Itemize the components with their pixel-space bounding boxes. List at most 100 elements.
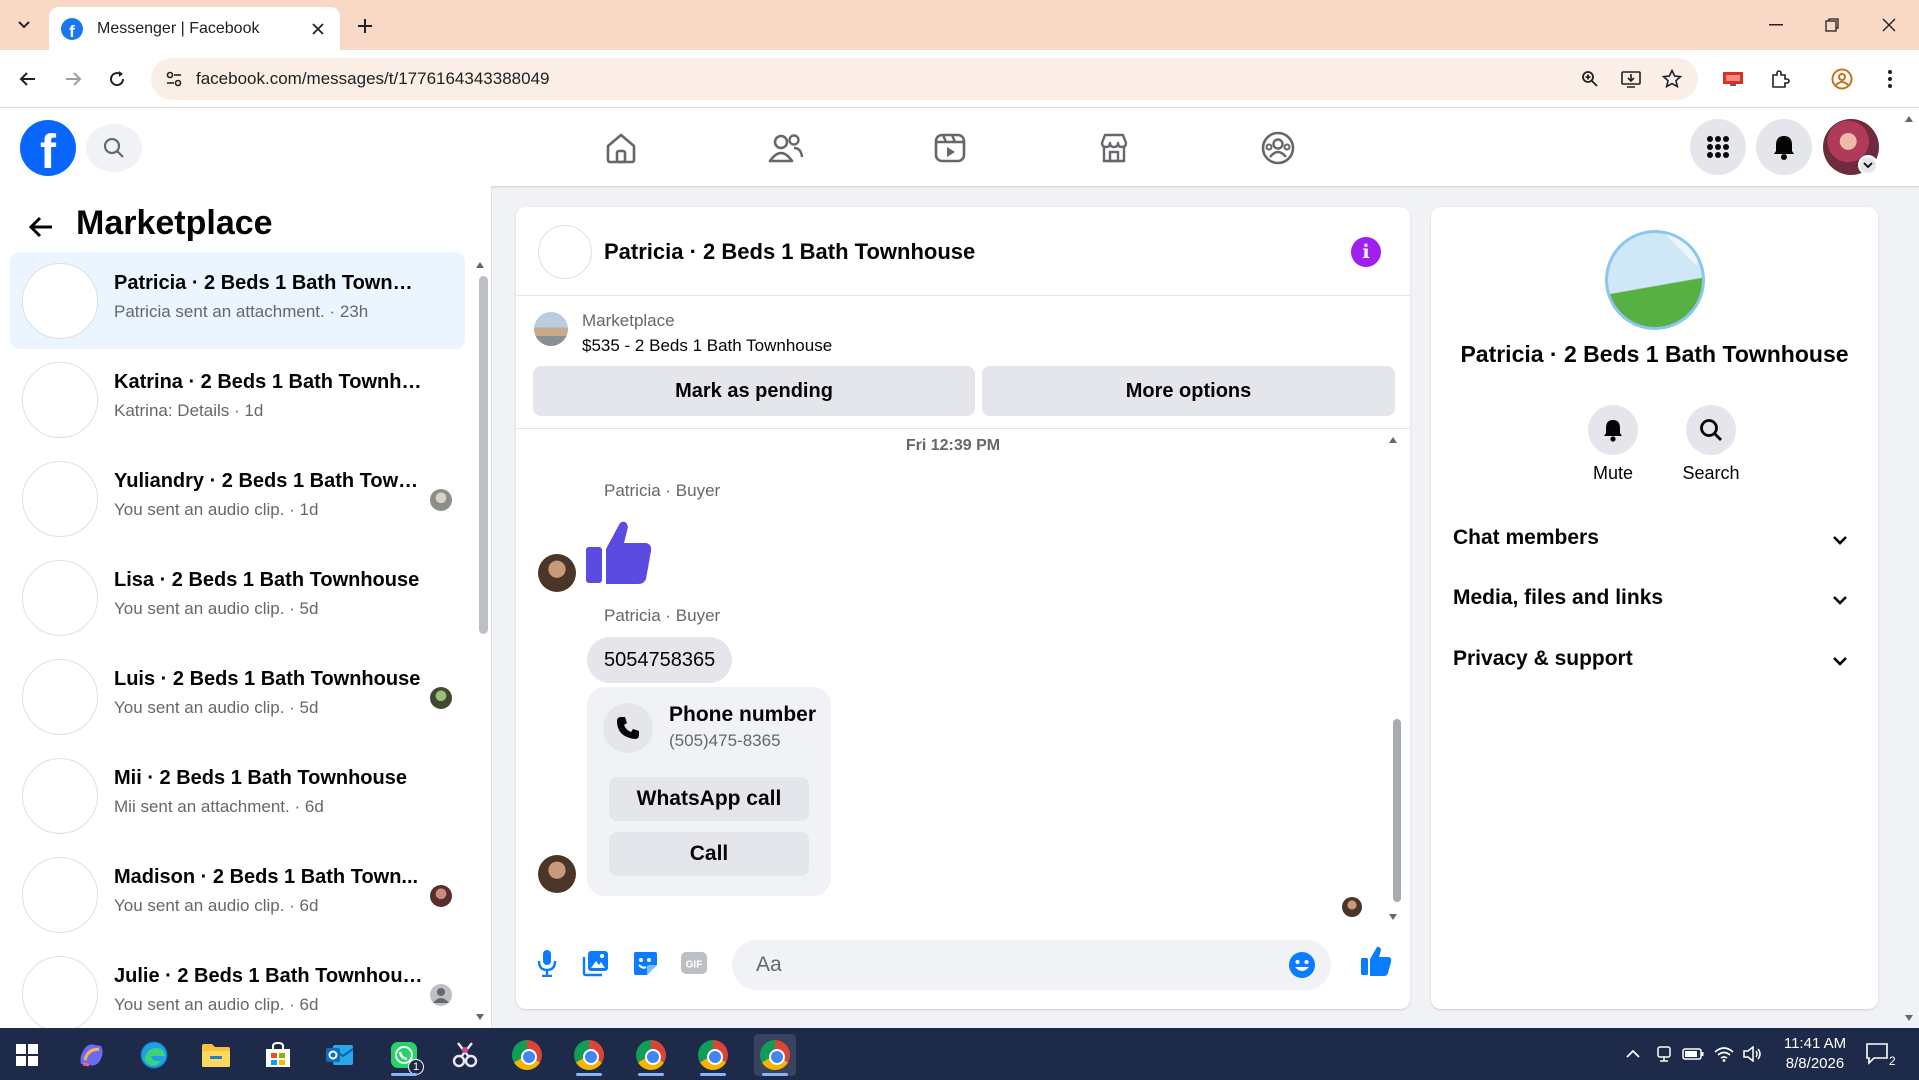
conversation-item[interactable]: Yuliandry · 2 Beds 1 Bath Town... You se… [10, 450, 465, 547]
like-icon[interactable] [1358, 943, 1394, 979]
privacy-support-section[interactable]: Privacy & support [1439, 634, 1870, 688]
outlook-mail-icon[interactable] [319, 1034, 361, 1076]
profile-icon[interactable] [1829, 66, 1855, 92]
chat-scroll-up-arrow[interactable] [1386, 434, 1400, 446]
sender-avatar[interactable] [538, 554, 576, 592]
listing-thumbnail[interactable] [534, 312, 568, 346]
message-bubble[interactable]: 5054758365 [587, 637, 733, 683]
conversation-item[interactable]: Julie · 2 Beds 1 Bath Townhouse You sent… [10, 945, 465, 1028]
mute-action[interactable]: Mute [1573, 405, 1653, 491]
info-icon[interactable]: i [1351, 237, 1381, 267]
chrome-profile-icon[interactable] [568, 1034, 610, 1076]
zoom-icon[interactable] [1578, 67, 1602, 91]
search-action[interactable]: Search [1671, 405, 1751, 491]
marketplace-label: Marketplace [582, 311, 675, 330]
address-bar[interactable]: facebook.com/messages/t/1776164343388049 [151, 58, 1698, 100]
start-windows-icon[interactable] [6, 1034, 48, 1076]
message-input[interactable]: Aa [732, 940, 1331, 990]
restore-window-icon[interactable] [1816, 10, 1848, 40]
battery-icon[interactable] [1681, 1042, 1705, 1066]
tab-search-chevron-icon[interactable] [12, 13, 36, 37]
sticker-icon[interactable] [629, 947, 661, 979]
microsoft-store-icon[interactable] [257, 1034, 299, 1076]
conversation-item[interactable]: Patricia · 2 Beds 1 Bath Townhouse Patri… [10, 252, 465, 349]
file-explorer-icon[interactable] [195, 1034, 237, 1076]
snipping-tool-icon[interactable] [444, 1034, 486, 1076]
page-scroll-up-arrow[interactable] [1902, 113, 1916, 125]
chat-scrollbar-thumb[interactable] [1393, 719, 1401, 902]
extensions-puzzle-icon[interactable] [1767, 66, 1793, 92]
bell-icon[interactable] [1588, 405, 1638, 455]
mark-as-pending-button[interactable]: Mark as pending [533, 366, 975, 416]
show-hidden-icons-chevron-up-icon[interactable] [1621, 1042, 1645, 1066]
search-icon[interactable] [1686, 405, 1736, 455]
conversation-item[interactable]: Katrina · 2 Beds 1 Bath Townhouse Katrin… [10, 351, 465, 448]
install-app-icon[interactable] [1619, 67, 1643, 91]
bookmark-star-icon[interactable] [1660, 67, 1684, 91]
close-tab-icon[interactable] [308, 19, 328, 39]
conversation-item[interactable]: Mii · 2 Beds 1 Bath Townhouse Mii sent a… [10, 747, 465, 844]
browser-tab[interactable]: f Messenger | Facebook [49, 7, 340, 50]
video-icon[interactable] [895, 122, 1005, 174]
notifications-bell-icon[interactable] [1756, 119, 1812, 175]
friends-icon[interactable] [731, 122, 841, 174]
chrome-profile-icon[interactable] [630, 1034, 672, 1076]
photo-icon[interactable] [580, 947, 612, 979]
avatar[interactable] [538, 225, 592, 279]
new-tab-plus-icon[interactable] [352, 13, 378, 39]
media-files-links-section[interactable]: Media, files and links [1439, 573, 1870, 627]
reload-icon[interactable] [102, 64, 132, 94]
url-text: facebook.com/messages/t/1776164343388049 [196, 69, 550, 88]
phone-card-title: Phone number [669, 703, 817, 726]
more-options-button[interactable]: More options [982, 366, 1395, 416]
edge-browser-icon[interactable] [133, 1034, 175, 1076]
groups-icon[interactable] [1223, 122, 1333, 174]
meet-now-camera-icon[interactable] [1652, 1042, 1676, 1066]
notification-center-icon[interactable]: 2 [1864, 1040, 1896, 1068]
back-icon[interactable] [13, 64, 43, 94]
chrome-profile-icon[interactable] [692, 1034, 734, 1076]
conversation-item[interactable]: Madison · 2 Beds 1 Bath Town... You sent… [10, 846, 465, 943]
gif-icon[interactable]: GIF [678, 947, 710, 979]
facebook-header: f [0, 108, 1919, 186]
minimize-window-icon[interactable] [1760, 10, 1792, 40]
avatar [22, 560, 98, 636]
back-arrow-icon[interactable] [26, 212, 56, 242]
page-scroll-down-arrow[interactable] [1902, 1012, 1916, 1024]
chrome-profile-icon[interactable] [754, 1034, 796, 1076]
wifi-icon[interactable] [1712, 1042, 1736, 1066]
whatsapp-icon[interactable]: 1 [383, 1034, 425, 1076]
listing-title[interactable]: $535 - 2 Beds 1 Bath Townhouse [582, 336, 832, 356]
screencast-extension-icon[interactable] [1720, 66, 1746, 92]
system-clock[interactable]: 11:41 AM 8/8/2026 [1770, 1034, 1860, 1074]
search-icon[interactable] [86, 124, 142, 172]
conversation-item[interactable]: Lisa · 2 Beds 1 Bath Townhouse You sent … [10, 549, 465, 646]
emoji-icon[interactable] [1287, 950, 1317, 980]
marketplace-icon[interactable] [1059, 122, 1169, 174]
home-icon[interactable] [566, 122, 676, 174]
section-label: Chat members [1453, 526, 1599, 549]
copilot-icon[interactable] [71, 1034, 113, 1076]
menu-grid-icon[interactable] [1690, 119, 1746, 175]
thumbs-up-icon [584, 517, 654, 587]
close-window-icon[interactable] [1873, 10, 1905, 40]
chat-scroll-down-arrow[interactable] [1386, 911, 1400, 923]
call-button[interactable]: Call [609, 832, 809, 876]
notification-count: 2 [1889, 1054, 1895, 1067]
left-scrollbar-thumb[interactable] [479, 276, 488, 634]
sender-avatar[interactable] [538, 855, 576, 893]
browser-menu-icon[interactable] [1877, 66, 1903, 92]
profile-picture[interactable] [1605, 230, 1705, 330]
chat-members-section[interactable]: Chat members [1439, 513, 1870, 567]
facebook-logo-icon[interactable]: f [20, 120, 76, 176]
volume-icon[interactable] [1740, 1042, 1764, 1066]
forward-icon[interactable] [58, 64, 88, 94]
conversation-preview: You sent an audio clip. · 6d [114, 896, 319, 915]
account-chevron-down-icon[interactable] [1858, 155, 1878, 175]
whatsapp-call-button[interactable]: WhatsApp call [609, 777, 809, 821]
conversation-item[interactable]: Luis · 2 Beds 1 Bath Townhouse You sent … [10, 648, 465, 745]
chat-title[interactable]: Patricia · 2 Beds 1 Bath Townhouse [604, 239, 975, 265]
chrome-icon[interactable] [506, 1034, 548, 1076]
microphone-icon[interactable] [531, 947, 563, 979]
site-info-icon[interactable] [162, 67, 186, 91]
